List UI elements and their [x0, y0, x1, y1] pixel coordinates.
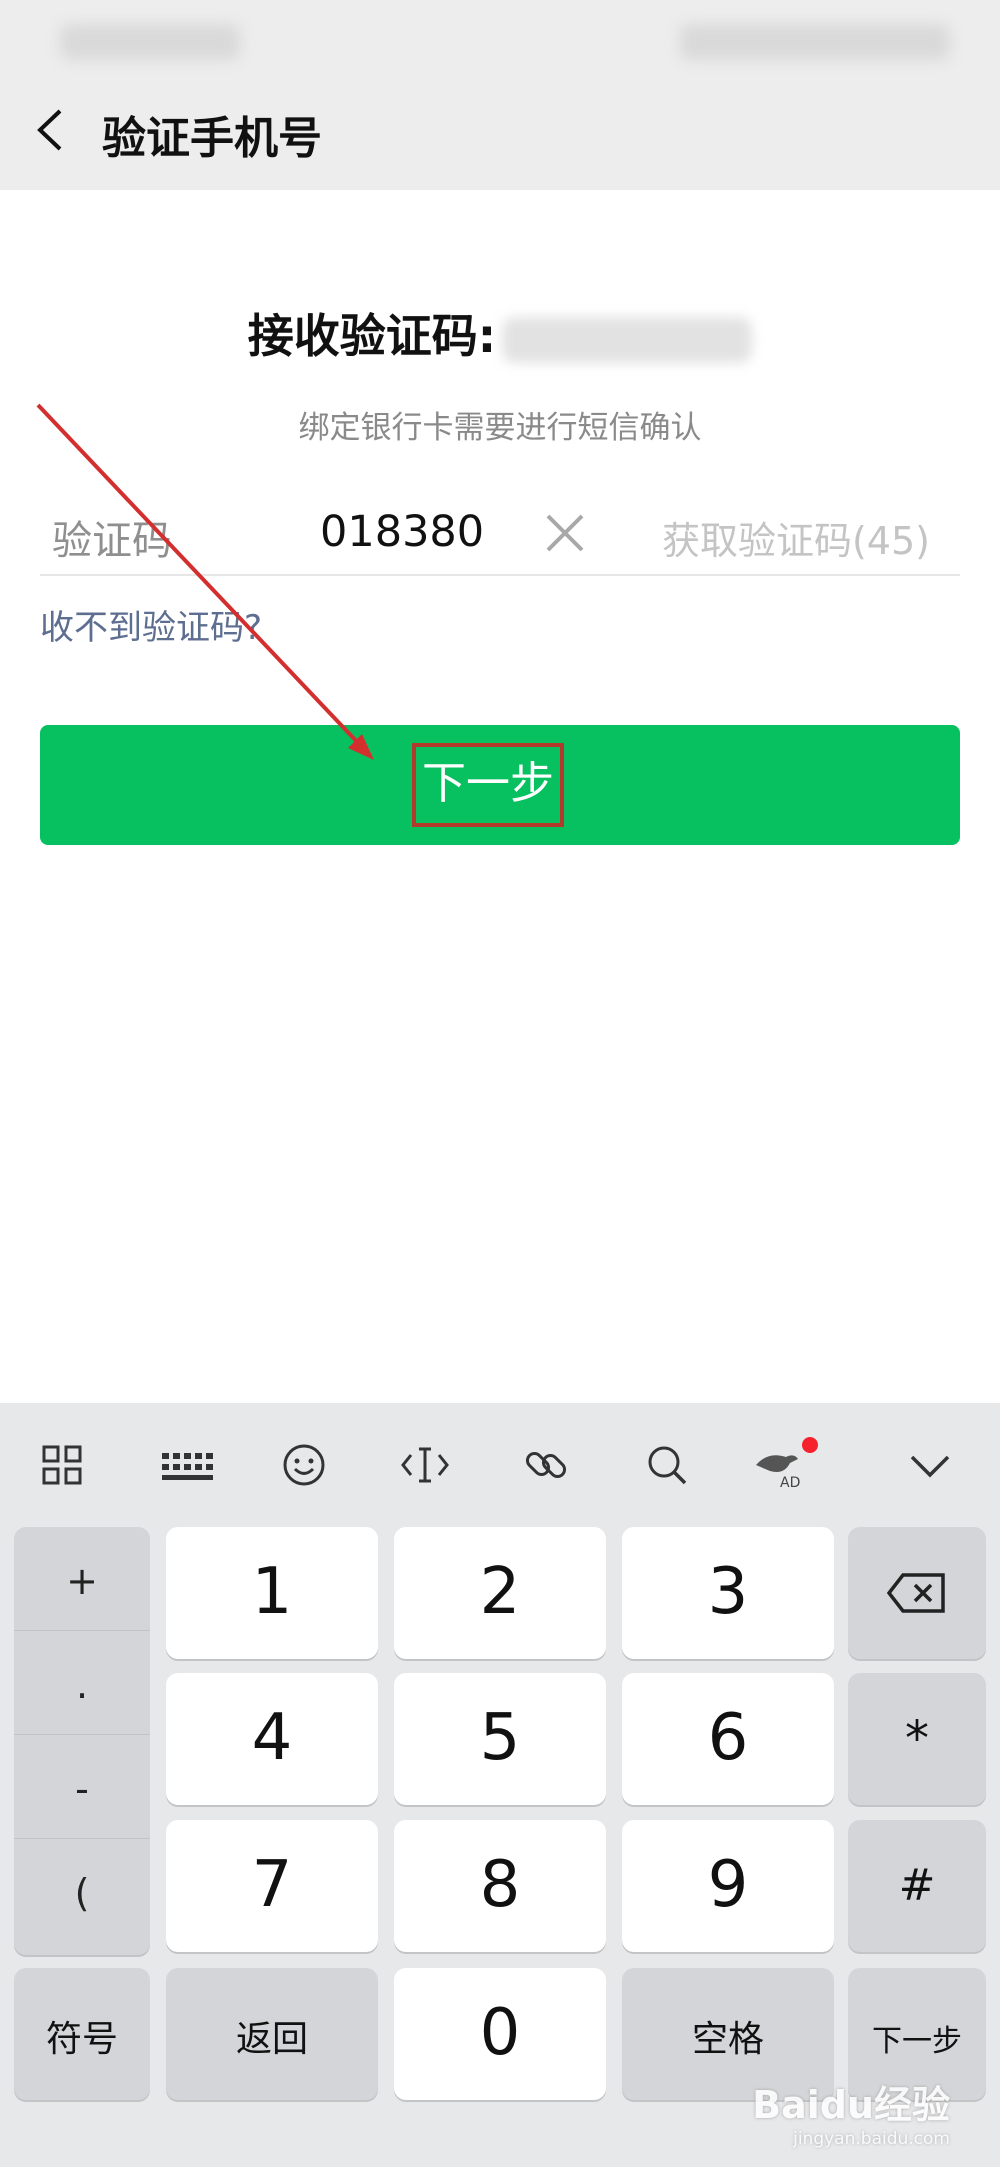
back-button[interactable]	[30, 105, 70, 155]
key-2[interactable]: 2	[394, 1527, 606, 1659]
status-bar	[0, 0, 1000, 80]
receive-code-label: 接收验证码:	[247, 309, 497, 363]
no-code-link[interactable]: 收不到验证码?	[40, 600, 262, 649]
top-bar: 验证手机号	[0, 0, 1000, 190]
key-9[interactable]: 9	[622, 1820, 834, 1952]
return-key[interactable]: 返回	[166, 1968, 378, 2100]
get-code-button[interactable]: 获取验证码(45)	[662, 510, 930, 565]
cursor-button[interactable]	[395, 1435, 455, 1495]
hide-keyboard-button[interactable]	[900, 1435, 960, 1495]
emoji-icon	[283, 1444, 325, 1486]
sms-hint: 绑定银行卡需要进行短信确认	[298, 410, 702, 446]
keyboard-toolbar: AD	[0, 1403, 1000, 1521]
symbol-key[interactable]: 符号	[14, 1968, 150, 2100]
keyboard-icon	[162, 1453, 213, 1480]
key-1[interactable]: 1	[166, 1527, 378, 1659]
next-step-label: 下一步	[412, 743, 564, 827]
grid-icon	[42, 1445, 82, 1485]
key-plus[interactable]: +	[14, 1527, 150, 1631]
key-paren[interactable]: (	[14, 1839, 150, 1943]
keyboard-switch-button[interactable]	[152, 1435, 222, 1495]
key-hash[interactable]: #	[848, 1820, 986, 1952]
apps-button[interactable]	[32, 1435, 92, 1495]
key-4[interactable]: 4	[166, 1673, 378, 1805]
key-3[interactable]: 3	[622, 1527, 834, 1659]
backspace-button[interactable]	[848, 1527, 986, 1659]
ad-label: AD	[780, 1475, 801, 1491]
key-dot[interactable]: .	[14, 1631, 150, 1735]
search-icon	[648, 1446, 687, 1485]
phone-number-blurred	[502, 316, 753, 363]
link-icon	[525, 1451, 567, 1479]
symbol-column: + . - (	[14, 1527, 150, 1955]
chevron-down-icon	[910, 1455, 950, 1478]
status-icons-blurred	[680, 24, 950, 60]
status-time-blurred	[60, 24, 240, 60]
notification-badge	[802, 1437, 818, 1453]
link-button[interactable]	[516, 1435, 576, 1495]
code-field-label: 验证码	[52, 518, 172, 564]
close-icon	[546, 514, 584, 552]
key-6[interactable]: 6	[622, 1673, 834, 1805]
page-title: 验证手机号	[102, 113, 322, 164]
receive-code-heading: 接收验证码:	[0, 300, 1000, 366]
key-5[interactable]: 5	[394, 1673, 606, 1805]
watermark: Baidu经验 jingyan.baidu.com	[752, 2083, 950, 2149]
emoji-button[interactable]	[274, 1435, 334, 1495]
back-arrow-icon	[37, 109, 62, 151]
next-step-button[interactable]: 下一步	[40, 725, 960, 845]
verification-code-input[interactable]	[320, 502, 560, 562]
ad-button[interactable]: AD	[748, 1435, 828, 1495]
search-button[interactable]	[637, 1435, 697, 1495]
backspace-icon	[887, 1573, 945, 1613]
key-7[interactable]: 7	[166, 1820, 378, 1952]
key-minus[interactable]: -	[14, 1735, 150, 1839]
key-8[interactable]: 8	[394, 1820, 606, 1952]
numeric-keyboard: AD + . - ( 1 2 3 4 5 6 7 8 9 * # 符号 返回 0…	[0, 1403, 1000, 2167]
key-asterisk[interactable]: *	[848, 1673, 986, 1805]
key-0[interactable]: 0	[394, 1968, 606, 2100]
clear-input-button[interactable]	[540, 508, 590, 558]
text-cursor-icon	[401, 1447, 449, 1483]
verification-code-row: 验证码 获取验证码(45)	[40, 498, 960, 576]
